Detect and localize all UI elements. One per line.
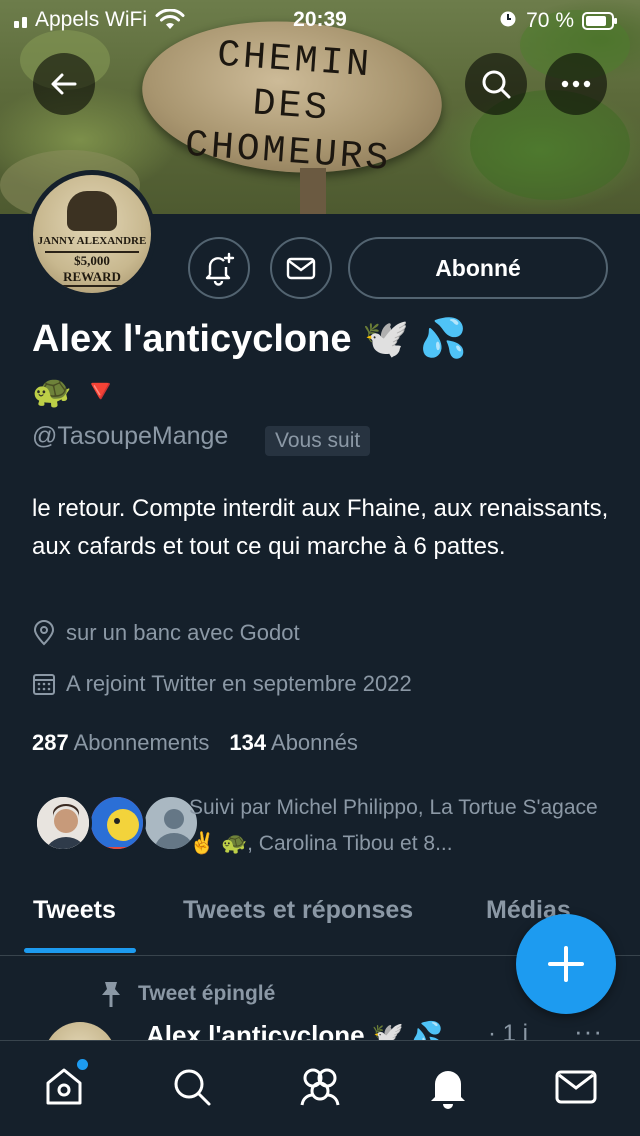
arrow-left-icon xyxy=(51,73,77,95)
nav-notifications[interactable] xyxy=(424,1063,472,1111)
profile-name-emojis: 🐢 🔻 xyxy=(32,373,121,409)
status-bar: Appels WiFi 20:39 70 % xyxy=(0,0,640,40)
tab-tweets-replies[interactable]: Tweets et réponses xyxy=(183,896,413,925)
pin-icon xyxy=(102,982,120,1007)
tweet-author-avatar[interactable] xyxy=(44,1022,116,1040)
search-icon xyxy=(174,1069,211,1106)
tweet-more-button[interactable]: ··· xyxy=(574,1016,603,1040)
profile-joined: A rejoint Twitter en septembre 2022 xyxy=(32,671,412,697)
bottom-navigation xyxy=(0,1040,640,1136)
home-notification-dot xyxy=(77,1059,88,1070)
tweet-time: · 1 j xyxy=(488,1020,529,1040)
followed-by[interactable]: Suivi par Michel Philippo, La Tortue S'a… xyxy=(34,790,614,860)
follows-you-badge: Vous suit xyxy=(265,426,371,456)
tweet-author-name: Alex l'anticyclone 🕊️ 💦 xyxy=(146,1020,444,1040)
poster-reward: $5,000 REWARD xyxy=(44,251,140,287)
pinned-tweet[interactable]: Alex l'anticyclone 🕊️ 💦 · 1 j ··· xyxy=(0,1016,640,1040)
nav-communities[interactable] xyxy=(296,1063,344,1111)
envelope-icon xyxy=(286,257,316,280)
poster-portrait xyxy=(67,191,117,231)
profile-bio: le retour. Compte interdit aux Fhaine, a… xyxy=(32,495,609,560)
notifications-subscribe-button[interactable] xyxy=(188,237,250,299)
alarm-icon xyxy=(498,8,518,34)
followers-label: Abonnés xyxy=(271,730,358,755)
follow-stats: 287 Abonnements 134 Abonnés xyxy=(32,730,358,756)
bell-plus-icon xyxy=(205,252,235,286)
profile-handle: @TasoupeMange xyxy=(32,422,229,450)
more-icon xyxy=(561,80,591,88)
following-button[interactable]: Abonné xyxy=(348,237,608,299)
more-button[interactable] xyxy=(545,53,607,115)
profile-name: Alex l'anticyclone 🕊️ 💦 xyxy=(32,318,468,360)
nav-messages[interactable] xyxy=(552,1063,600,1111)
compose-tweet-button[interactable] xyxy=(516,914,616,1014)
envelope-icon xyxy=(555,1070,597,1104)
battery-icon xyxy=(582,12,617,30)
message-button[interactable] xyxy=(270,237,332,299)
home-icon xyxy=(46,1068,82,1105)
calendar-icon xyxy=(33,674,55,695)
bell-icon xyxy=(431,1071,465,1109)
poster-name: JANNY ALEXANDRE xyxy=(37,235,147,247)
location-text: sur un banc avec Godot xyxy=(66,620,300,645)
pinned-tweet-label: Tweet épinglé xyxy=(98,980,275,1008)
profile-location: sur un banc avec Godot xyxy=(32,620,300,646)
back-button[interactable] xyxy=(33,53,95,115)
sign-post xyxy=(300,168,326,214)
location-pin-icon xyxy=(33,620,55,646)
followers-link[interactable]: 134 Abonnés xyxy=(229,730,357,756)
communities-icon xyxy=(300,1068,340,1106)
following-label: Abonnements xyxy=(73,730,210,755)
active-tab-indicator xyxy=(24,948,136,953)
followed-by-text: Suivi par Michel Philippo, La Tortue S'a… xyxy=(189,796,598,855)
profile-avatar[interactable]: JANNY ALEXANDRE $5,000 REWARD xyxy=(28,170,156,298)
search-icon xyxy=(482,70,511,99)
search-button[interactable] xyxy=(465,53,527,115)
follower-avatar-1 xyxy=(34,794,92,852)
plus-icon xyxy=(548,946,584,982)
followers-count: 134 xyxy=(229,730,267,755)
nav-home[interactable] xyxy=(40,1059,88,1111)
following-count: 287 xyxy=(32,730,69,755)
following-link[interactable]: 287 Abonnements xyxy=(32,730,209,756)
follower-avatar-2 xyxy=(88,794,146,852)
tab-tweets[interactable]: Tweets xyxy=(33,896,116,925)
joined-text: A rejoint Twitter en septembre 2022 xyxy=(66,671,412,696)
battery-percent: 70 % xyxy=(526,9,574,32)
pinned-text: Tweet épinglé xyxy=(138,982,276,1005)
nav-search[interactable] xyxy=(168,1063,216,1111)
